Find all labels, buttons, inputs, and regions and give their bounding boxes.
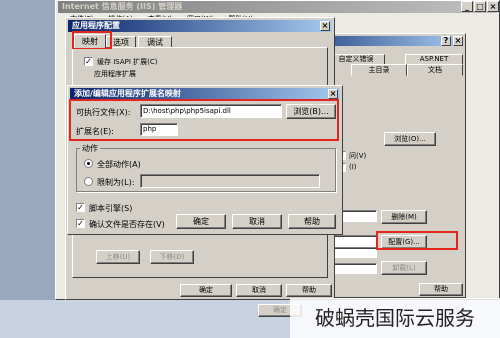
site-close-button[interactable]: × [453, 36, 463, 46]
exe-input[interactable]: D:\host\php\php5isapi.dll [140, 104, 282, 118]
app-config-cancel-button[interactable]: 取消 [236, 284, 282, 297]
all-verbs-label: 全部动作(A) [97, 160, 141, 169]
app-config-ok-button[interactable]: 确定 [180, 284, 232, 297]
site-dropdown-a[interactable] [329, 247, 377, 258]
mapping-dialog-titlebar: 添加/编辑应用程序扩展名映射 [70, 88, 340, 100]
cache-isapi-label: 缓存 ISAPI 扩展(C) [97, 58, 158, 66]
limit-to-input[interactable] [140, 174, 320, 188]
site-check-1-label: 问(V) [349, 152, 367, 160]
mapping-close-button[interactable]: × [328, 89, 338, 99]
all-verbs-radio[interactable] [84, 159, 93, 168]
cache-isapi-checkbox[interactable]: ✓ [84, 57, 93, 66]
watermark: 破蜗壳国际云服务 [290, 298, 500, 338]
verify-file-label: 确认文件是否存在(V) [89, 220, 165, 229]
app-config-help-button[interactable]: 帮助 [286, 284, 332, 297]
move-down-button[interactable]: 下移(D) [150, 250, 194, 264]
site-unload-button[interactable]: 卸载(L) [381, 261, 427, 275]
app-config-titlebar: 应用程序配置 [68, 20, 332, 32]
site-help-button[interactable]: ? [441, 36, 451, 46]
move-up-button[interactable]: 上移(U) [96, 250, 140, 264]
limit-to-radio[interactable] [84, 177, 93, 186]
site-check-2-label: (I) [349, 163, 357, 171]
iis-minimize-button[interactable]: _ [461, 1, 473, 12]
site-field-b[interactable] [329, 235, 377, 247]
iis-manager-titlebar: Internet 信息服务 (IIS) 管理器 [58, 1, 497, 13]
app-config-title: 应用程序配置 [72, 21, 120, 30]
site-config-button[interactable]: 配置(G)... [381, 235, 427, 249]
ext-input[interactable]: php [140, 123, 178, 136]
iis-maximize-button[interactable]: □ [474, 1, 486, 12]
limit-to-label: 限制为(L): [97, 178, 135, 187]
mapping-ok-button[interactable]: 确定 [176, 214, 226, 229]
mapping-cancel-button[interactable]: 取消 [232, 214, 282, 229]
exe-label: 可执行文件(X): [76, 108, 131, 117]
ext-label: 扩展名(E): [76, 127, 114, 136]
iis-manager-title: Internet 信息服务 (IIS) 管理器 [62, 2, 183, 11]
mapping-dialog-title: 添加/编辑应用程序扩展名映射 [74, 89, 181, 98]
app-config-close-button[interactable]: × [320, 21, 330, 31]
verify-file-checkbox[interactable]: ✓ [76, 219, 85, 228]
mapping-dialog: 添加/编辑应用程序扩展名映射 × 可执行文件(X): D:\host\php\p… [67, 85, 343, 235]
mapping-help-button[interactable]: 帮助 [288, 214, 336, 229]
script-engine-checkbox[interactable]: ✓ [76, 203, 85, 212]
site-remove-button[interactable]: 删除(M) [381, 210, 427, 224]
app-ext-label: 应用程序扩展 [94, 70, 136, 78]
tab-home-directory[interactable]: 主目录 [351, 64, 407, 76]
tab-documents[interactable]: 文档 [407, 64, 463, 76]
verbs-group-label: 动作 [80, 143, 100, 154]
iis-close-button[interactable]: × [487, 1, 499, 12]
site-dropdown-b[interactable] [329, 263, 377, 274]
site-browse-button[interactable]: 浏览(O)... [384, 132, 436, 146]
site-help-bottom-button[interactable]: 帮助 [419, 283, 463, 296]
script-engine-label: 脚本引擎(S) [89, 204, 133, 213]
tab-mappings[interactable]: 映射 [74, 34, 106, 48]
exe-browse-button[interactable]: 浏览(B)... [286, 104, 336, 119]
